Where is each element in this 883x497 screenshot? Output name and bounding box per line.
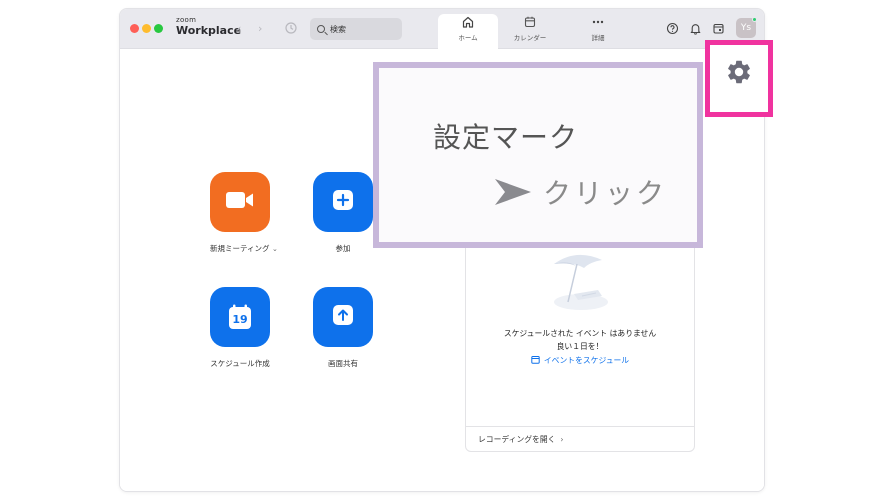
tab-calendar[interactable]: カレンダー (500, 14, 560, 49)
no-events-text: スケジュールされた イベント はありません (503, 329, 657, 338)
status-badge (752, 17, 757, 22)
join-action: 参加 (313, 172, 373, 254)
open-recordings-label: レコーディングを開く (478, 435, 556, 444)
bell-icon[interactable] (688, 21, 702, 35)
close-window-button[interactable] (130, 24, 139, 33)
beach-umbrella-icon (546, 250, 616, 312)
share-screen-action: 画面共有 (313, 287, 373, 369)
app-logo: zoom Workplace (176, 16, 242, 37)
pointer-arrow-icon (493, 177, 533, 211)
calendar-day-number: 19 (232, 313, 248, 326)
calendar-19-icon: 19 (228, 304, 252, 330)
more-dots-icon (568, 14, 628, 30)
logo-zoom: zoom (176, 16, 197, 24)
logo-workplace: Workplace (176, 24, 242, 37)
gear-icon[interactable] (725, 58, 753, 90)
tab-more-label: 詳細 (591, 34, 605, 42)
forward-arrow-icon[interactable]: › (258, 22, 262, 35)
callout-title: 設定マーク (433, 121, 579, 154)
schedule-event-link[interactable]: イベントをスケジュール (466, 355, 694, 366)
tab-more[interactable]: 詳細 (568, 14, 628, 49)
share-up-arrow-icon (332, 304, 354, 330)
instruction-callout: 設定マーク クリック (373, 62, 703, 248)
chevron-down-icon: ⌄ (271, 245, 278, 253)
title-bar: zoom Workplace ‹ › 検索 ホーム カレンダー 詳細 Ys (120, 9, 764, 49)
schedule-event-label: イベントをスケジュール (543, 356, 630, 365)
new-meeting-action: 新規ミーティング ⌄ (210, 172, 278, 254)
new-meeting-label[interactable]: 新規ミーティング ⌄ (210, 243, 278, 254)
tab-home-label: ホーム (458, 34, 478, 42)
maximize-window-button[interactable] (154, 24, 163, 33)
calendar-icon (500, 14, 560, 30)
search-icon (317, 25, 325, 33)
avatar-initials: Ys (740, 23, 752, 33)
calendar-small-icon (531, 355, 540, 366)
home-icon (438, 14, 498, 30)
callout-action: クリック (543, 177, 668, 210)
tab-calendar-label: カレンダー (513, 34, 547, 42)
back-arrow-icon[interactable]: ‹ (237, 22, 241, 35)
new-meeting-button[interactable] (210, 172, 270, 232)
open-recordings-link[interactable]: レコーディングを開く › (466, 426, 694, 451)
good-day-text: 良い１日を！ (556, 342, 604, 351)
tab-home[interactable]: ホーム (438, 14, 498, 49)
schedule-label: スケジュール作成 (210, 359, 270, 368)
join-label: 参加 (335, 244, 351, 253)
schedule-button[interactable]: 19 (210, 287, 270, 347)
settings-highlight (705, 40, 773, 117)
search-input[interactable]: 検索 (310, 18, 402, 40)
share-screen-button[interactable] (313, 287, 373, 347)
schedule-action: 19 スケジュール作成 (210, 287, 270, 369)
search-label: 検索 (330, 24, 346, 34)
plus-icon (332, 189, 354, 215)
help-icon[interactable] (665, 21, 679, 35)
share-screen-label: 画面共有 (328, 359, 358, 368)
chevron-right-icon: › (560, 435, 564, 444)
calendar-note-icon[interactable] (711, 21, 725, 35)
minimize-window-button[interactable] (142, 24, 151, 33)
video-camera-icon (225, 190, 255, 214)
history-icon[interactable] (284, 21, 298, 35)
join-button[interactable] (313, 172, 373, 232)
